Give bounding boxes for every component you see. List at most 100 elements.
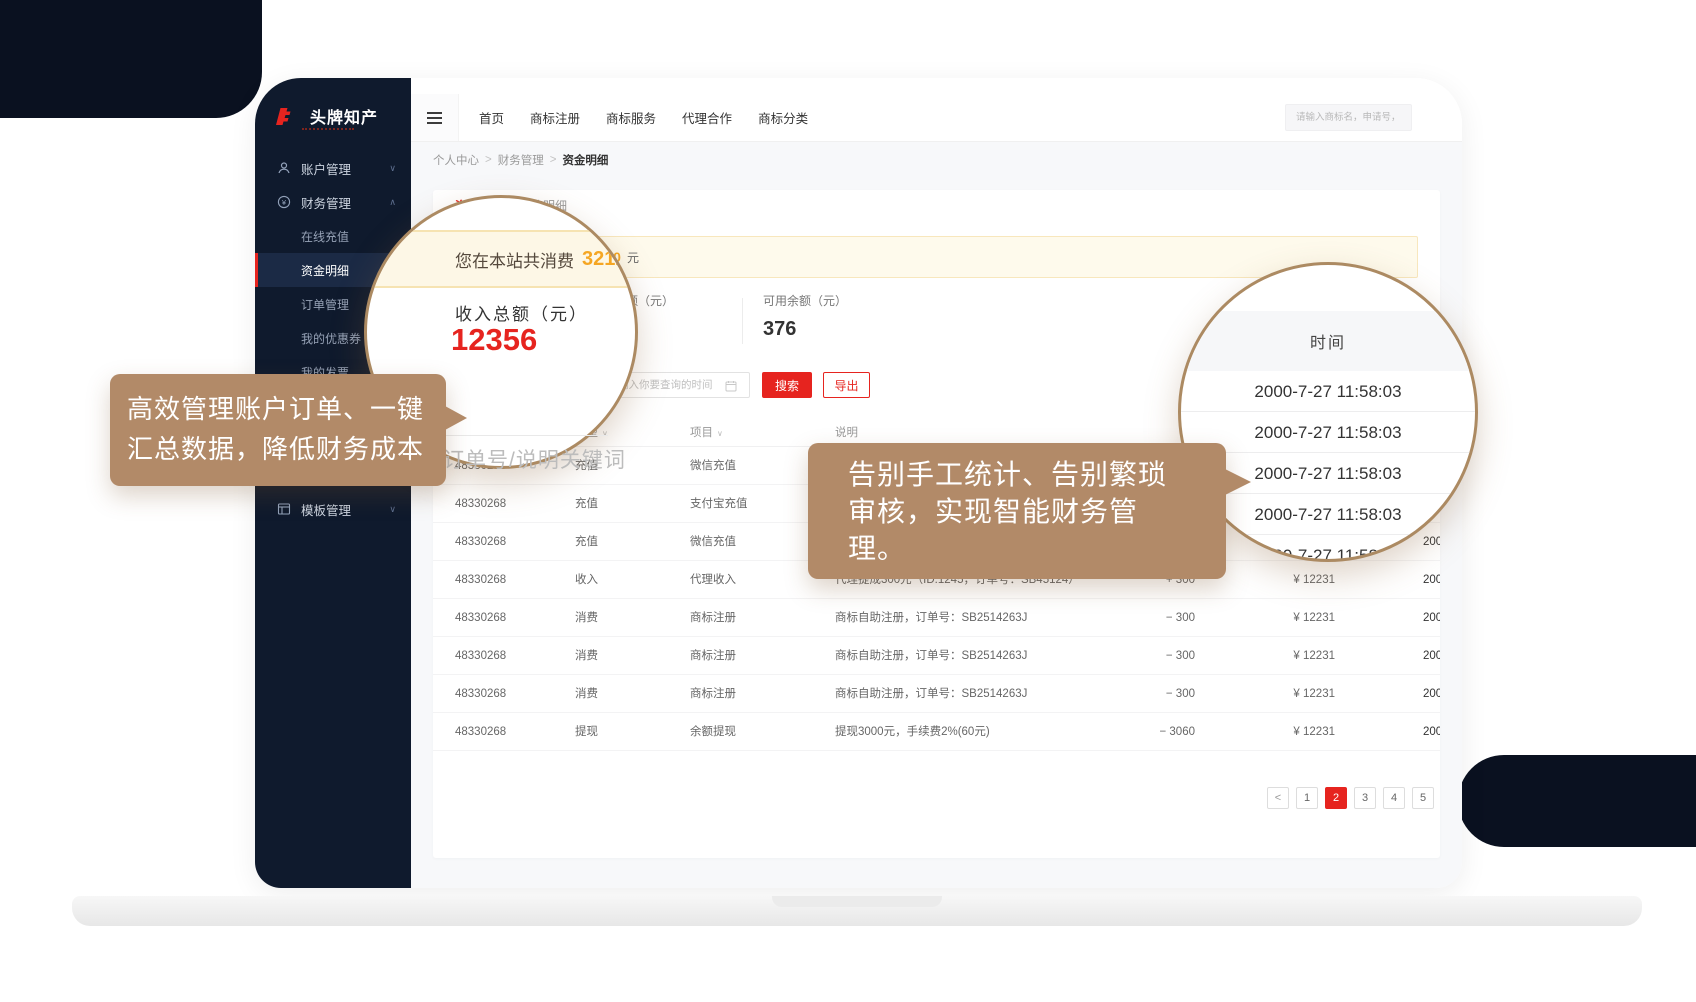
breadcrumb-separator: > — [550, 154, 557, 166]
column-header-label: 说明 — [835, 427, 858, 439]
cell-balance: ¥ 12231 — [1235, 561, 1335, 599]
cell-type: 收入 — [575, 561, 598, 599]
sidebar-group-1[interactable]: ¥ 财务管理 ∧ — [255, 185, 411, 219]
cell-order_no: 48330268 — [455, 523, 506, 561]
table-row: 48330268消费商标注册商标自助注册，订单号：SB2514263J− 300… — [433, 599, 1440, 637]
pagination-page-1[interactable]: 1 — [1296, 787, 1318, 809]
nav-item-3[interactable]: 代理合作 — [682, 108, 732, 127]
cell-time: 2000-7-27 11:58:03 — [1423, 675, 1440, 713]
table-row: 48330268提现余额提现提现3000元，手续费2%(60元)− 3060¥ … — [433, 713, 1440, 751]
cell-amount: − 300 — [1095, 599, 1195, 637]
laptop-base — [72, 896, 1642, 926]
magnified-stat-value: 12356 — [451, 322, 537, 358]
brand-name: 头牌知产 — [310, 104, 378, 128]
brand-logo-icon — [273, 106, 293, 126]
sort-caret-icon[interactable]: ∨ — [717, 429, 723, 438]
cell-type: 消费 — [575, 637, 598, 675]
template-icon — [277, 502, 291, 516]
cell-order_no: 48330268 — [455, 485, 506, 523]
pagination-page-4[interactable]: 4 — [1383, 787, 1405, 809]
column-header-2[interactable]: 项目 ∨ — [690, 420, 723, 447]
cell-type: 充值 — [575, 485, 598, 523]
cell-project: 微信充值 — [690, 447, 736, 485]
cell-time: 2000-7-27 11:58:03 — [1423, 713, 1440, 751]
cell-balance: ¥ 12231 — [1235, 599, 1335, 637]
cell-type: 充值 — [575, 523, 598, 561]
page: 头牌知产 账户管理∨¥财务管理∧在线充值资金明细订单管理我的优惠券我的发票模板管… — [0, 0, 1696, 1002]
cell-amount: − 300 — [1095, 637, 1195, 675]
sidebar-group-label: 模板管理 — [301, 500, 351, 519]
cell-order_no: 48330268 — [455, 637, 506, 675]
sidebar-group-label: 财务管理 — [301, 193, 351, 212]
cell-type: 消费 — [575, 599, 598, 637]
magnified-column-header: 订单号/说明关键词 — [443, 444, 626, 474]
magnified-time-row: 2000-7-27 11:58:03 — [1181, 412, 1475, 453]
svg-text:¥: ¥ — [282, 198, 287, 207]
hamburger-menu-icon[interactable] — [411, 94, 459, 141]
callout-left: 高效管理账户订单、一键 汇总数据，降低财务成本 — [110, 374, 446, 486]
stat-label: 可用余额（元） — [763, 292, 847, 309]
cell-project: 商标注册 — [690, 675, 736, 713]
cell-order_no: 48330268 — [455, 675, 506, 713]
chevron-up-icon: ∧ — [389, 197, 396, 208]
chevron-down-icon: ∨ — [389, 504, 396, 515]
decor-corner-bottom-right — [1458, 755, 1696, 847]
nav-item-4[interactable]: 商标分类 — [758, 108, 808, 127]
stat-value: 376 — [763, 318, 847, 341]
pagination-page-2[interactable]: 2 — [1325, 787, 1347, 809]
cell-desc: 提现3000元，手续费2%(60元) — [835, 713, 1093, 751]
magnified-time-header: 时间 — [1181, 311, 1475, 371]
cell-project: 支付宝充值 — [690, 485, 748, 523]
export-button[interactable]: 导出 — [823, 372, 870, 398]
pagination-page-3[interactable]: 3 — [1354, 787, 1376, 809]
breadcrumb-item[interactable]: 财务管理 — [498, 152, 544, 168]
cell-type: 消费 — [575, 675, 598, 713]
breadcrumb-separator: > — [485, 154, 492, 166]
cell-balance: ¥ 12231 — [1235, 713, 1335, 751]
cell-type: 提现 — [575, 713, 598, 751]
column-header-label: 项目 — [690, 427, 713, 439]
cell-project: 微信充值 — [690, 523, 736, 561]
table-row: 48330268 消费 商标注册 商标自助注册，订单号：SB2514263J− 300… — [433, 675, 1440, 713]
search-input[interactable] — [1285, 104, 1412, 131]
magnified-banner-amount: 32124 — [582, 248, 638, 271]
pagination-prev-button[interactable]: < — [1267, 787, 1289, 809]
laptop-base-notch — [772, 896, 942, 907]
callout-right: 告别手工统计、告别繁琐 审核，实现智能财务管 理。 — [808, 443, 1226, 579]
cell-time: 2000-7-27 11:58:03 — [1423, 637, 1440, 675]
sidebar-group-label: 账户管理 — [301, 159, 351, 178]
sidebar-group-2[interactable]: 模板管理 ∨ — [255, 492, 411, 526]
cell-desc: 商标自助注册，订单号：SB2514263J — [835, 637, 1093, 675]
pagination: <12345 — [1267, 787, 1434, 809]
brand-logo[interactable]: 头牌知产 — [273, 104, 378, 128]
brand-tagline-dots — [302, 128, 354, 130]
sort-caret-icon[interactable]: ∨ — [602, 429, 608, 438]
cell-time: 2000-7-27 11:58:03 — [1423, 599, 1440, 637]
cell-time: 2000-7-27 11:58:03 — [1423, 561, 1440, 599]
calendar-icon[interactable] — [725, 379, 737, 391]
cell-amount: − 300 — [1095, 675, 1195, 713]
cell-project: 代理收入 — [690, 561, 736, 599]
cell-order_no: 48330268 — [455, 599, 506, 637]
user-icon — [277, 161, 291, 175]
nav-item-1[interactable]: 商标注册 — [530, 108, 580, 127]
yuan-circle-icon: ¥ — [277, 195, 291, 209]
magnified-banner-prefix: 您在本站共消费 — [455, 247, 574, 272]
cell-balance: ¥ 12231 — [1235, 637, 1335, 675]
magnified-time-row: 2000-7-27 11:58:03 — [1181, 371, 1475, 412]
nav-item-2[interactable]: 商标服务 — [606, 108, 656, 127]
cell-project: 余额提现 — [690, 713, 736, 751]
search-button[interactable]: 搜索 — [762, 372, 812, 398]
breadcrumb-current: 资金明细 — [562, 152, 608, 168]
chevron-down-icon: ∨ — [389, 163, 396, 174]
topbar: 首页 商标注册 商标服务 代理合作 商标分类 — [411, 78, 1462, 142]
cell-order_no: 48330268 — [455, 561, 506, 599]
breadcrumb-item[interactable]: 个人中心 — [433, 152, 479, 168]
pagination-page-5[interactable]: 5 — [1412, 787, 1434, 809]
sidebar-group-0[interactable]: 账户管理 ∨ — [255, 151, 411, 185]
nav-item-0[interactable]: 首页 — [479, 108, 504, 127]
stats-divider — [742, 298, 743, 344]
cell-project: 商标注册 — [690, 599, 736, 637]
magnified-table-border — [440, 435, 608, 436]
cell-desc: 商标自助注册，订单号：SB2514263J — [835, 675, 1093, 713]
